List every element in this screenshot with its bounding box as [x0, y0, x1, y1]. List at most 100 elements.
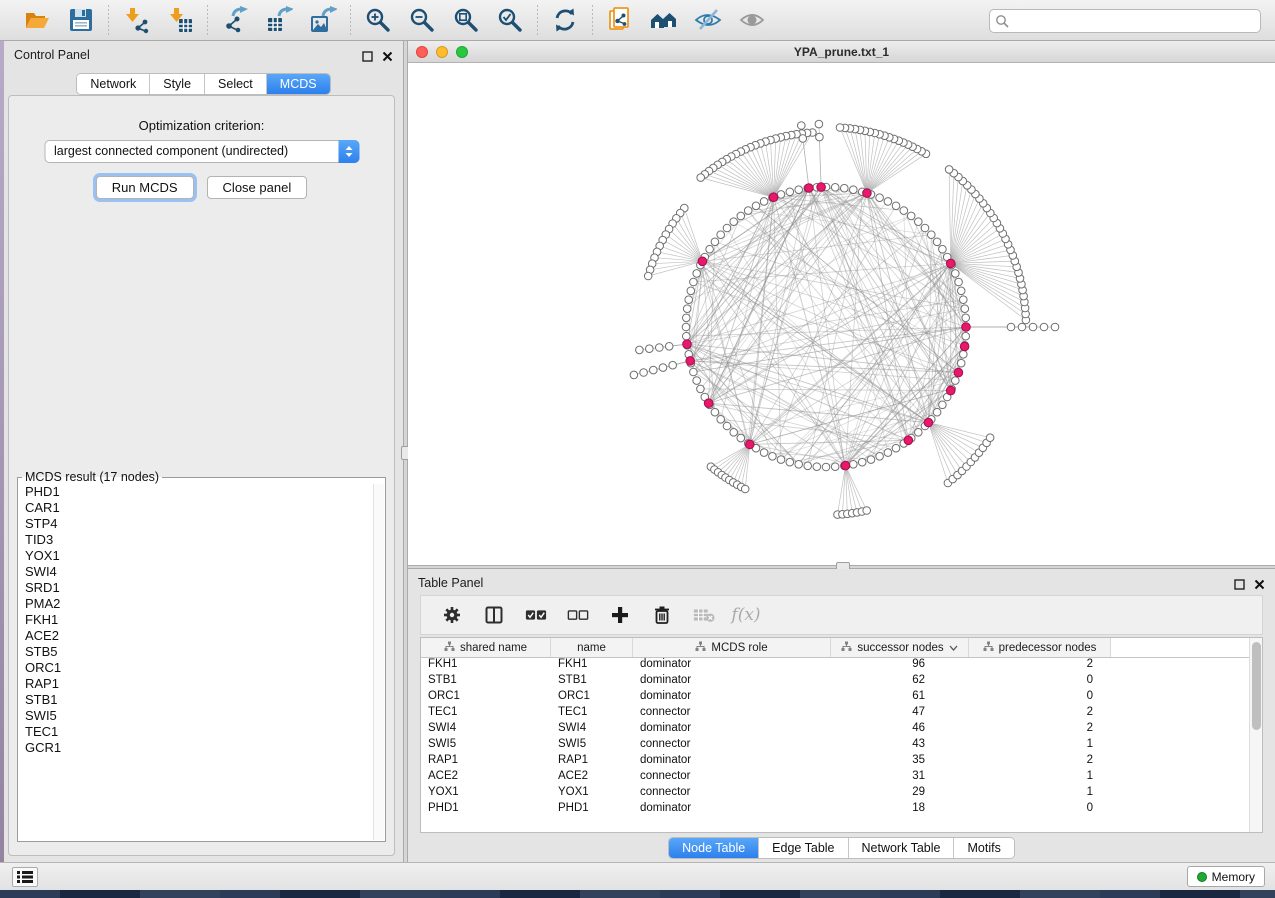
column-header-predecessor-nodes[interactable]: predecessor nodes [969, 638, 1111, 657]
network-node[interactable] [644, 272, 652, 280]
close-panel-button[interactable]: Close panel [207, 176, 308, 199]
column-header-shared-name[interactable]: shared name [421, 638, 551, 657]
network-node[interactable] [646, 345, 654, 353]
task-history-button[interactable] [12, 867, 38, 887]
network-node[interactable] [665, 343, 673, 351]
tab-style[interactable]: Style [150, 74, 205, 94]
mcds-list-scrollbar[interactable] [373, 484, 384, 840]
search-input[interactable] [1014, 11, 1254, 31]
network-node[interactable] [683, 305, 691, 313]
import-network-icon[interactable] [121, 5, 151, 35]
network-node[interactable] [717, 231, 725, 239]
close-panel-icon[interactable] [1254, 577, 1265, 595]
delete-column-icon[interactable] [651, 604, 673, 626]
network-node[interactable] [960, 351, 968, 359]
table-row[interactable]: ORC1ORC1dominator610 [421, 690, 1249, 706]
zoom-in-icon[interactable] [363, 5, 393, 35]
tab-network[interactable]: Network [77, 74, 150, 94]
network-node[interactable] [656, 344, 664, 352]
table-row[interactable]: TEC1TEC1connector472 [421, 706, 1249, 722]
export-image-icon[interactable] [308, 5, 338, 35]
dominator-node[interactable] [960, 342, 969, 351]
network-node[interactable] [822, 463, 830, 471]
network-node[interactable] [933, 238, 941, 246]
mcds-result-item[interactable]: STP4 [19, 516, 373, 532]
network-node[interactable] [867, 456, 875, 464]
function-builder-icon[interactable]: f(x) [735, 604, 757, 626]
mcds-result-item[interactable]: SRD1 [19, 580, 373, 596]
network-node[interactable] [816, 133, 824, 141]
table-settings-gear-icon[interactable] [441, 604, 463, 626]
dominator-node[interactable] [946, 259, 955, 268]
network-node[interactable] [799, 135, 807, 143]
dominator-node[interactable] [686, 357, 695, 366]
network-node[interactable] [697, 174, 705, 182]
network-node[interactable] [659, 364, 667, 372]
network-node[interactable] [955, 278, 963, 286]
export-network-icon[interactable] [220, 5, 250, 35]
network-node[interactable] [813, 463, 821, 471]
network-node[interactable] [737, 434, 745, 442]
network-node[interactable] [630, 371, 638, 379]
network-node[interactable] [693, 270, 701, 278]
network-node[interactable] [884, 449, 892, 457]
network-node[interactable] [945, 166, 953, 174]
mcds-result-item[interactable]: PMA2 [19, 596, 373, 612]
tab-network-table[interactable]: Network Table [849, 838, 955, 858]
column-header-successor-nodes[interactable]: successor nodes [831, 638, 969, 657]
dominator-node[interactable] [817, 183, 826, 192]
memory-button[interactable]: Memory [1187, 866, 1265, 887]
network-node[interactable] [685, 296, 693, 304]
network-node[interactable] [744, 207, 752, 215]
dominator-node[interactable] [962, 323, 971, 332]
run-mcds-button[interactable]: Run MCDS [96, 176, 194, 199]
table-row[interactable]: YOX1YOX1connector291 [421, 786, 1249, 802]
network-node[interactable] [717, 416, 725, 424]
network-node[interactable] [723, 422, 731, 430]
mcds-result-item[interactable]: STB5 [19, 644, 373, 660]
network-node[interactable] [952, 377, 960, 385]
dominator-node[interactable] [683, 340, 692, 349]
network-node[interactable] [957, 359, 965, 367]
network-node[interactable] [1029, 323, 1037, 331]
network-node[interactable] [741, 485, 749, 493]
network-node[interactable] [683, 314, 691, 322]
network-node[interactable] [831, 463, 839, 471]
zoom-out-icon[interactable] [407, 5, 437, 35]
network-node[interactable] [711, 408, 719, 416]
tab-select[interactable]: Select [205, 74, 267, 94]
network-node[interactable] [952, 270, 960, 278]
mcds-result-item[interactable]: TEC1 [19, 724, 373, 740]
network-node[interactable] [933, 408, 941, 416]
mcds-result-item[interactable]: SWI4 [19, 564, 373, 580]
deselect-all-columns-icon[interactable] [567, 604, 589, 626]
zoom-selected-icon[interactable] [495, 5, 525, 35]
tab-edge-table[interactable]: Edge Table [759, 838, 848, 858]
network-node[interactable] [863, 507, 871, 515]
network-node[interactable] [693, 377, 701, 385]
mcds-result-item[interactable]: RAP1 [19, 676, 373, 692]
table-row[interactable]: FKH1FKH1dominator962 [421, 658, 1249, 674]
save-session-icon[interactable] [66, 5, 96, 35]
table-row[interactable]: RAP1RAP1dominator352 [421, 754, 1249, 770]
network-node[interactable] [723, 224, 731, 232]
tab-motifs[interactable]: Motifs [954, 838, 1013, 858]
network-node[interactable] [962, 332, 970, 340]
mcds-result-item[interactable]: CAR1 [19, 500, 373, 516]
network-node[interactable] [957, 287, 965, 295]
table-row[interactable]: STB1STB1dominator620 [421, 674, 1249, 690]
dominator-node[interactable] [805, 184, 814, 193]
open-session-icon[interactable] [22, 5, 52, 35]
network-canvas[interactable] [408, 63, 1275, 565]
network-node[interactable] [928, 231, 936, 239]
add-column-icon[interactable] [609, 604, 631, 626]
dominator-node[interactable] [769, 193, 778, 202]
column-header-name[interactable]: name [551, 638, 633, 657]
export-table-icon[interactable] [264, 5, 294, 35]
network-node[interactable] [760, 198, 768, 206]
network-node[interactable] [939, 401, 947, 409]
network-node[interactable] [798, 122, 806, 130]
dominator-node[interactable] [698, 257, 707, 266]
network-node[interactable] [900, 207, 908, 215]
tab-node-table[interactable]: Node Table [669, 838, 759, 858]
